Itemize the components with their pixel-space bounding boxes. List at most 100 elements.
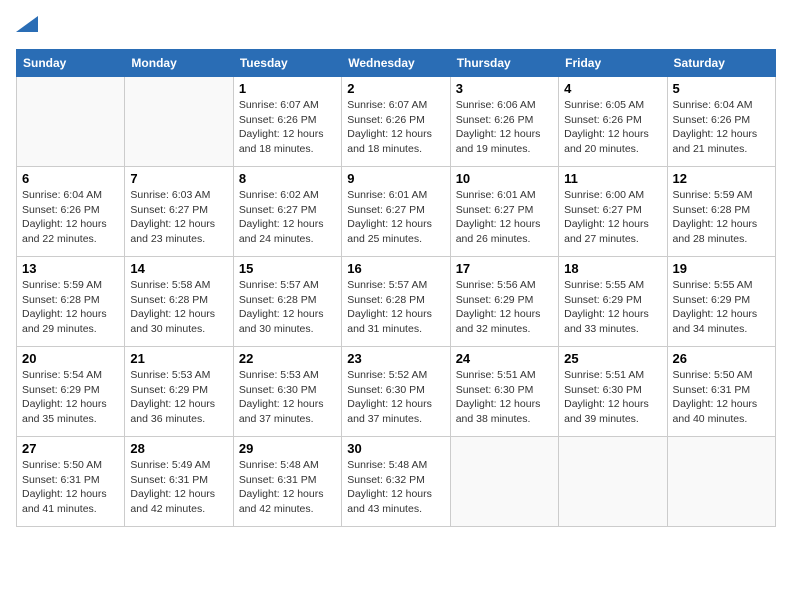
calendar-cell bbox=[125, 77, 233, 167]
calendar-cell: 10Sunrise: 6:01 AM Sunset: 6:27 PM Dayli… bbox=[450, 167, 558, 257]
calendar-cell bbox=[450, 437, 558, 527]
calendar-cell: 8 Sunrise: 6:02 AM Sunset: 6:27 PM Daylig… bbox=[233, 167, 341, 257]
day-number: 24 bbox=[456, 351, 553, 366]
day-info: Sunrise: 6:04 AM Sunset: 6:26 PM Dayligh… bbox=[22, 188, 119, 247]
calendar-cell: 19Sunrise: 5:55 AM Sunset: 6:29 PM Dayli… bbox=[667, 257, 775, 347]
day-info: Sunrise: 6:06 AM Sunset: 6:26 PM Dayligh… bbox=[456, 98, 553, 157]
day-number: 26 bbox=[673, 351, 770, 366]
weekday-header: Wednesday bbox=[342, 50, 450, 77]
day-info: Sunrise: 5:56 AM Sunset: 6:29 PM Dayligh… bbox=[456, 278, 553, 337]
day-number: 13 bbox=[22, 261, 119, 276]
calendar-cell: 17 Sunrise: 5:56 AM Sunset: 6:29 PM Dayli… bbox=[450, 257, 558, 347]
day-info: Sunrise: 5:55 AM Sunset: 6:29 PM Dayligh… bbox=[564, 278, 661, 337]
weekday-header: Saturday bbox=[667, 50, 775, 77]
day-number: 20 bbox=[22, 351, 119, 366]
day-number: 2 bbox=[347, 81, 444, 96]
calendar-cell: 4 Sunrise: 6:05 AM Sunset: 6:26 PM Daylig… bbox=[559, 77, 667, 167]
day-number: 9 bbox=[347, 171, 444, 186]
day-number: 4 bbox=[564, 81, 661, 96]
calendar-cell: 7Sunrise: 6:03 AM Sunset: 6:27 PM Daylig… bbox=[125, 167, 233, 257]
day-info: Sunrise: 6:07 AM Sunset: 6:26 PM Dayligh… bbox=[239, 98, 336, 157]
day-number: 14 bbox=[130, 261, 227, 276]
day-number: 8 bbox=[239, 171, 336, 186]
calendar-week-row: 1 Sunrise: 6:07 AM Sunset: 6:26 PM Daylig… bbox=[17, 77, 776, 167]
day-info: Sunrise: 5:50 AM Sunset: 6:31 PM Dayligh… bbox=[673, 368, 770, 427]
day-number: 29 bbox=[239, 441, 336, 456]
day-info: Sunrise: 5:51 AM Sunset: 6:30 PM Dayligh… bbox=[564, 368, 661, 427]
day-number: 23 bbox=[347, 351, 444, 366]
day-number: 17 bbox=[456, 261, 553, 276]
day-info: Sunrise: 5:53 AM Sunset: 6:30 PM Dayligh… bbox=[239, 368, 336, 427]
day-info: Sunrise: 5:59 AM Sunset: 6:28 PM Dayligh… bbox=[673, 188, 770, 247]
calendar-cell: 5Sunrise: 6:04 AM Sunset: 6:26 PM Daylig… bbox=[667, 77, 775, 167]
day-number: 28 bbox=[130, 441, 227, 456]
calendar-cell: 13 Sunrise: 5:59 AM Sunset: 6:28 PM Dayli… bbox=[17, 257, 125, 347]
logo bbox=[16, 16, 38, 37]
weekday-header: Monday bbox=[125, 50, 233, 77]
calendar-week-row: 27 Sunrise: 5:50 AM Sunset: 6:31 PM Dayli… bbox=[17, 437, 776, 527]
day-number: 5 bbox=[673, 81, 770, 96]
day-number: 27 bbox=[22, 441, 119, 456]
calendar-cell: 21 Sunrise: 5:53 AM Sunset: 6:29 PM Dayli… bbox=[125, 347, 233, 437]
day-number: 11 bbox=[564, 171, 661, 186]
day-info: Sunrise: 5:52 AM Sunset: 6:30 PM Dayligh… bbox=[347, 368, 444, 427]
day-info: Sunrise: 5:49 AM Sunset: 6:31 PM Dayligh… bbox=[130, 458, 227, 517]
day-info: Sunrise: 5:59 AM Sunset: 6:28 PM Dayligh… bbox=[22, 278, 119, 337]
calendar-cell bbox=[667, 437, 775, 527]
day-info: Sunrise: 5:57 AM Sunset: 6:28 PM Dayligh… bbox=[347, 278, 444, 337]
day-info: Sunrise: 5:57 AM Sunset: 6:28 PM Dayligh… bbox=[239, 278, 336, 337]
calendar-cell: 12 Sunrise: 5:59 AM Sunset: 6:28 PM Dayli… bbox=[667, 167, 775, 257]
day-number: 19 bbox=[673, 261, 770, 276]
day-info: Sunrise: 5:53 AM Sunset: 6:29 PM Dayligh… bbox=[130, 368, 227, 427]
calendar-cell: 3 Sunrise: 6:06 AM Sunset: 6:26 PM Daylig… bbox=[450, 77, 558, 167]
calendar-header-row: SundayMondayTuesdayWednesdayThursdayFrid… bbox=[17, 50, 776, 77]
calendar-cell bbox=[559, 437, 667, 527]
day-info: Sunrise: 5:51 AM Sunset: 6:30 PM Dayligh… bbox=[456, 368, 553, 427]
day-number: 21 bbox=[130, 351, 227, 366]
day-info: Sunrise: 6:05 AM Sunset: 6:26 PM Dayligh… bbox=[564, 98, 661, 157]
day-number: 16 bbox=[347, 261, 444, 276]
calendar-cell: 24 Sunrise: 5:51 AM Sunset: 6:30 PM Dayli… bbox=[450, 347, 558, 437]
calendar-cell: 25 Sunrise: 5:51 AM Sunset: 6:30 PM Dayli… bbox=[559, 347, 667, 437]
calendar-cell bbox=[17, 77, 125, 167]
day-number: 22 bbox=[239, 351, 336, 366]
calendar-cell: 1 Sunrise: 6:07 AM Sunset: 6:26 PM Daylig… bbox=[233, 77, 341, 167]
day-number: 1 bbox=[239, 81, 336, 96]
calendar-cell: 26 Sunrise: 5:50 AM Sunset: 6:31 PM Dayli… bbox=[667, 347, 775, 437]
calendar-cell: 30Sunrise: 5:48 AM Sunset: 6:32 PM Dayli… bbox=[342, 437, 450, 527]
day-info: Sunrise: 5:54 AM Sunset: 6:29 PM Dayligh… bbox=[22, 368, 119, 427]
calendar-table: SundayMondayTuesdayWednesdayThursdayFrid… bbox=[16, 49, 776, 527]
calendar-week-row: 20 Sunrise: 5:54 AM Sunset: 6:29 PM Dayli… bbox=[17, 347, 776, 437]
day-info: Sunrise: 6:07 AM Sunset: 6:26 PM Dayligh… bbox=[347, 98, 444, 157]
calendar-week-row: 13 Sunrise: 5:59 AM Sunset: 6:28 PM Dayli… bbox=[17, 257, 776, 347]
day-number: 18 bbox=[564, 261, 661, 276]
page-header bbox=[16, 16, 776, 37]
day-info: Sunrise: 6:02 AM Sunset: 6:27 PM Dayligh… bbox=[239, 188, 336, 247]
day-info: Sunrise: 5:58 AM Sunset: 6:28 PM Dayligh… bbox=[130, 278, 227, 337]
day-info: Sunrise: 6:00 AM Sunset: 6:27 PM Dayligh… bbox=[564, 188, 661, 247]
calendar-week-row: 6 Sunrise: 6:04 AM Sunset: 6:26 PM Daylig… bbox=[17, 167, 776, 257]
day-number: 25 bbox=[564, 351, 661, 366]
day-info: Sunrise: 5:50 AM Sunset: 6:31 PM Dayligh… bbox=[22, 458, 119, 517]
calendar-cell: 11 Sunrise: 6:00 AM Sunset: 6:27 PM Dayli… bbox=[559, 167, 667, 257]
day-info: Sunrise: 5:48 AM Sunset: 6:31 PM Dayligh… bbox=[239, 458, 336, 517]
calendar-cell: 9 Sunrise: 6:01 AM Sunset: 6:27 PM Daylig… bbox=[342, 167, 450, 257]
calendar-cell: 27 Sunrise: 5:50 AM Sunset: 6:31 PM Dayli… bbox=[17, 437, 125, 527]
day-info: Sunrise: 6:03 AM Sunset: 6:27 PM Dayligh… bbox=[130, 188, 227, 247]
logo-icon bbox=[16, 16, 38, 32]
weekday-header: Friday bbox=[559, 50, 667, 77]
day-number: 12 bbox=[673, 171, 770, 186]
calendar-cell: 16 Sunrise: 5:57 AM Sunset: 6:28 PM Dayli… bbox=[342, 257, 450, 347]
day-info: Sunrise: 5:48 AM Sunset: 6:32 PM Dayligh… bbox=[347, 458, 444, 517]
weekday-header: Thursday bbox=[450, 50, 558, 77]
day-number: 6 bbox=[22, 171, 119, 186]
day-number: 15 bbox=[239, 261, 336, 276]
calendar-cell: 28 Sunrise: 5:49 AM Sunset: 6:31 PM Dayli… bbox=[125, 437, 233, 527]
day-number: 10 bbox=[456, 171, 553, 186]
weekday-header: Tuesday bbox=[233, 50, 341, 77]
calendar-cell: 6 Sunrise: 6:04 AM Sunset: 6:26 PM Daylig… bbox=[17, 167, 125, 257]
day-info: Sunrise: 6:01 AM Sunset: 6:27 PM Dayligh… bbox=[347, 188, 444, 247]
day-number: 3 bbox=[456, 81, 553, 96]
calendar-cell: 14 Sunrise: 5:58 AM Sunset: 6:28 PM Dayli… bbox=[125, 257, 233, 347]
calendar-cell: 20 Sunrise: 5:54 AM Sunset: 6:29 PM Dayli… bbox=[17, 347, 125, 437]
